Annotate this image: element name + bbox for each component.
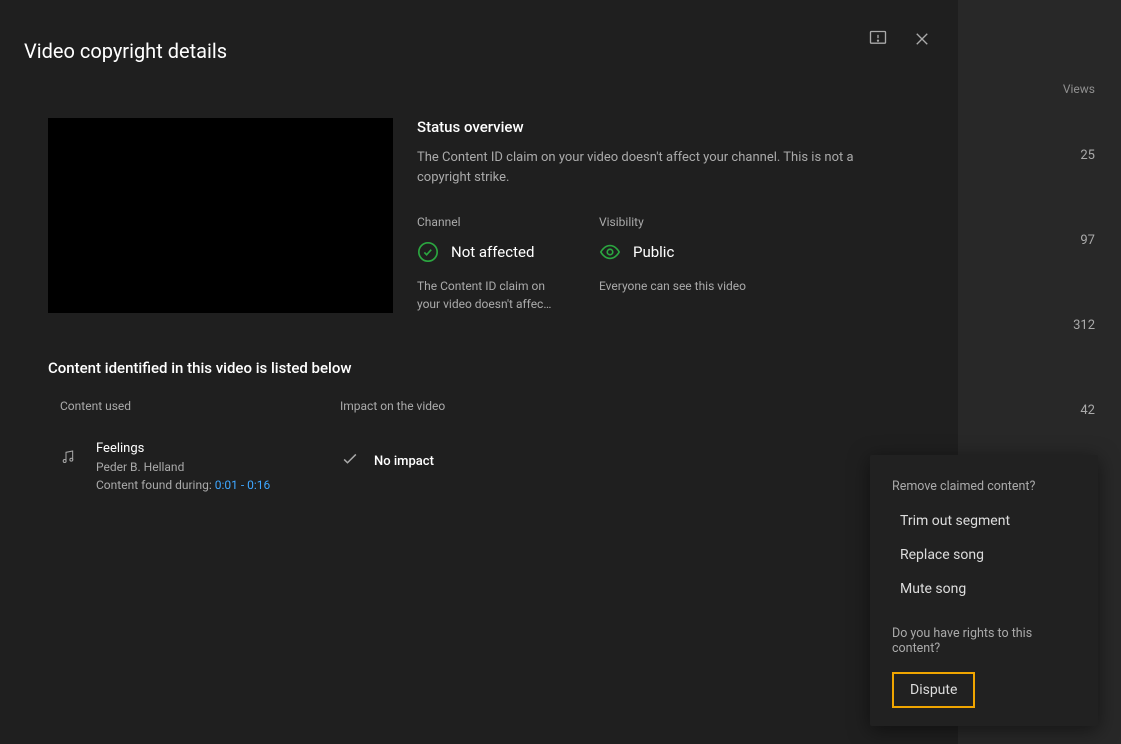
video-thumbnail[interactable] [48,118,393,313]
channel-label: Channel [417,215,567,229]
claim-found-during: Content found during: 0:01 - 0:16 [96,478,340,492]
remove-claimed-label: Remove claimed content? [870,473,1098,504]
view-count: 42 [958,403,1095,418]
identified-content-heading: Content identified in this video is list… [48,359,910,377]
claim-timestamp-link[interactable]: 0:01 - 0:16 [215,478,271,492]
claim-row[interactable]: Feelings Peder B. Helland Content found … [48,441,910,492]
claim-song-title: Feelings [96,441,340,456]
eye-icon [599,241,621,263]
view-count: 312 [958,318,1095,333]
view-count: 25 [958,148,1095,163]
channel-status-desc: The Content ID claim on your video doesn… [417,277,567,313]
views-column-header: Views [958,82,1095,96]
visibility-value: Public [633,243,674,261]
dialog-title: Video copyright details [24,29,227,63]
dispute-button[interactable]: Dispute [892,672,975,708]
feedback-icon[interactable] [866,27,890,51]
visibility-label: Visibility [599,215,749,229]
rights-question-label: Do you have rights to this content? [870,620,1098,666]
check-circle-icon [417,241,439,263]
column-content-used: Content used [60,399,340,413]
replace-song-option[interactable]: Replace song [870,538,1098,572]
mute-song-option[interactable]: Mute song [870,572,1098,606]
status-overview: Status overview The Content ID claim on … [417,118,910,313]
trim-segment-option[interactable]: Trim out segment [870,504,1098,538]
claim-actions-menu: Remove claimed content? Trim out segment… [870,455,1098,726]
channel-status-value: Not affected [451,243,534,261]
overview-description: The Content ID claim on your video doesn… [417,148,910,187]
visibility-status-card: Visibility Public Everyone can see this … [599,215,749,313]
checkmark-icon [340,449,360,473]
claim-artist: Peder B. Helland [96,460,340,474]
impact-value: No impact [374,454,434,469]
copyright-details-dialog: Video copyright details Status overvi [0,0,958,744]
view-count: 97 [958,233,1095,248]
column-impact: Impact on the video [340,399,910,413]
visibility-desc: Everyone can see this video [599,277,749,295]
music-note-icon [60,441,80,469]
close-icon[interactable] [910,27,934,51]
overview-heading: Status overview [417,118,910,136]
channel-status-card: Channel Not affected The Content ID clai… [417,215,567,313]
